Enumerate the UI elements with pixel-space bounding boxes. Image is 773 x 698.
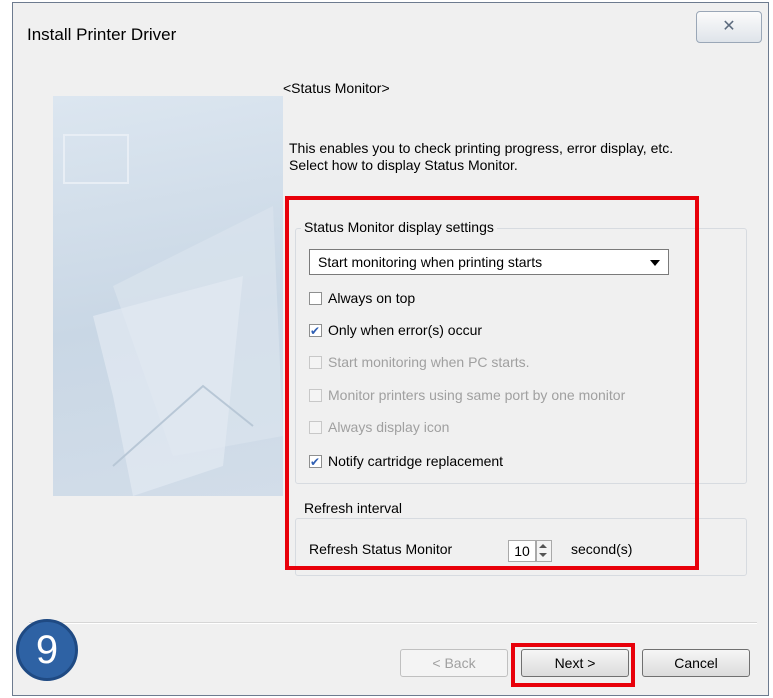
cancel-button[interactable]: Cancel — [642, 649, 750, 677]
description-line-2: Select how to display Status Monitor. — [289, 157, 518, 173]
close-icon: ✕ — [722, 18, 736, 35]
installer-window: Install Printer Driver ✕ <Status Monitor… — [12, 2, 769, 696]
page-heading: <Status Monitor> — [283, 80, 390, 96]
window-title: Install Printer Driver — [27, 25, 177, 44]
next-highlight-box — [511, 643, 635, 687]
dialog-body: <Status Monitor> This enables you to che… — [21, 60, 761, 688]
product-logo — [63, 134, 129, 184]
title-bar: Install Printer Driver ✕ — [13, 3, 768, 59]
back-button: < Back — [400, 649, 508, 677]
description-line-1: This enables you to check printing progr… — [289, 140, 674, 156]
page-description: This enables you to check printing progr… — [289, 140, 673, 174]
banner-image — [53, 96, 283, 496]
close-button[interactable]: ✕ — [696, 11, 762, 43]
settings-highlight-box — [285, 196, 699, 570]
footer-separator — [29, 622, 757, 624]
step-number-badge: 9 — [16, 619, 78, 681]
